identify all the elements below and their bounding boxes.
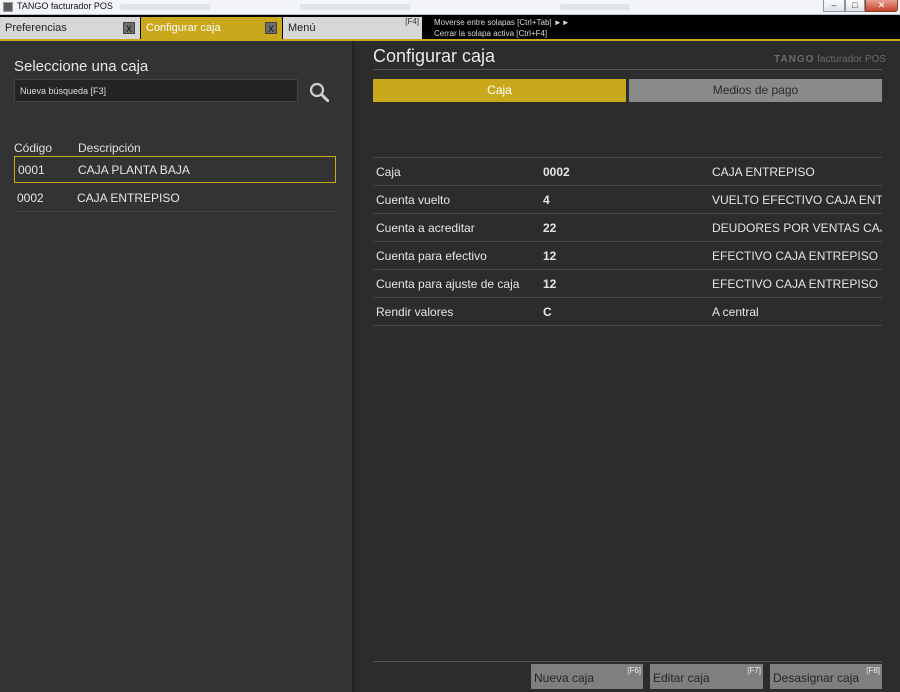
field-description: A central	[712, 305, 759, 319]
search-icon[interactable]	[309, 82, 329, 102]
search-input[interactable]	[14, 79, 298, 102]
page-title: Configurar caja	[373, 46, 496, 66]
caja-selector-panel: Seleccione una caja Código Descripción 0…	[0, 41, 354, 692]
brand-name: TANGO	[774, 54, 815, 65]
close-tab-button[interactable]: X	[265, 22, 277, 34]
field-row-cuenta-para-efectivo: Cuenta para efectivo 12 EFECTIVO CAJA EN…	[373, 241, 882, 269]
field-value: 4	[543, 193, 550, 207]
tab-menu[interactable]: Menú [F4]	[283, 17, 422, 39]
close-tab-button[interactable]: X	[123, 22, 135, 34]
list-item[interactable]: 0002 CAJA ENTREPISO	[14, 185, 336, 212]
button-label: Nueva caja	[534, 671, 595, 685]
field-label: Cuenta a acreditar	[376, 221, 475, 235]
field-value: 12	[543, 249, 557, 263]
column-header-description[interactable]: Descripción	[78, 141, 141, 155]
tab-configurar-caja[interactable]: Configurar caja X	[141, 17, 282, 39]
field-value: C	[543, 305, 552, 319]
shortcut-hint: [F6]	[627, 666, 641, 675]
window-title-bar: TANGO facturador POS – □ ✕	[0, 0, 900, 15]
field-label: Caja	[376, 165, 401, 179]
tab-label: Menú	[288, 22, 316, 34]
window-title: TANGO facturador POS	[17, 1, 113, 11]
brand-product: facturador POS	[817, 54, 887, 65]
editar-caja-button[interactable]: Editar caja [F7]	[650, 664, 763, 689]
field-row-caja: Caja 0002 CAJA ENTREPISO	[373, 157, 882, 185]
divider	[373, 69, 882, 70]
field-row-cuenta-vuelto: Cuenta vuelto 4 VUELTO EFECTIVO CAJA ENT…	[373, 185, 882, 213]
tab-bar: Preferencias X Configurar caja X Menú [F…	[0, 15, 900, 41]
field-value: 22	[543, 221, 557, 235]
field-description: DEUDORES POR VENTAS CAJA ENTREPISO	[712, 221, 882, 235]
panel-title: Seleccione una caja	[14, 58, 149, 75]
close-window-button[interactable]: ✕	[865, 0, 898, 12]
title-bar-decoration	[560, 4, 630, 10]
brand-logo: TANGO facturador POS	[774, 54, 886, 65]
tab-label: Configurar caja	[146, 22, 221, 34]
title-bar-decoration	[300, 4, 410, 10]
keyboard-hint: Moverse entre solapas [Ctrl+Tab] ►►	[434, 18, 570, 27]
field-row-cuenta-a-acreditar: Cuenta a acreditar 22 DEUDORES POR VENTA…	[373, 213, 882, 241]
app-icon	[3, 2, 13, 12]
field-label: Cuenta vuelto	[376, 193, 451, 207]
field-description: EFECTIVO CAJA ENTREPISO	[712, 277, 879, 291]
shortcut-hint: [F7]	[747, 666, 761, 675]
subtab-caja[interactable]: Caja	[373, 79, 626, 102]
field-value: 0002	[543, 165, 570, 179]
list-item[interactable]: 0001 CAJA PLANTA BAJA	[14, 156, 336, 183]
shortcut-hint: [F4]	[405, 17, 419, 26]
caja-description: CAJA PLANTA BAJA	[78, 163, 190, 177]
maximize-button[interactable]: □	[845, 0, 865, 12]
caja-code: 0001	[18, 163, 45, 177]
keyboard-hint: Cerrar la solapa activa [Ctrl+F4]	[434, 29, 548, 38]
caja-description: CAJA ENTREPISO	[77, 191, 180, 205]
subtab-medios-de-pago[interactable]: Medios de pago	[629, 79, 882, 102]
minimize-button[interactable]: –	[823, 0, 845, 12]
title-bar-decoration	[120, 4, 210, 10]
configurar-caja-panel: Configurar caja TANGO facturador POS Caj…	[356, 41, 900, 692]
button-label: Editar caja	[653, 671, 710, 685]
field-value: 12	[543, 277, 557, 291]
field-row-rendir-valores: Rendir valores C A central	[373, 297, 882, 326]
field-label: Cuenta para ajuste de caja	[376, 277, 520, 291]
tab-label: Preferencias	[5, 22, 67, 34]
field-row-cuenta-ajuste-de-caja: Cuenta para ajuste de caja 12 EFECTIVO C…	[373, 269, 882, 297]
tab-preferencias[interactable]: Preferencias X	[0, 17, 140, 39]
field-description: CAJA ENTREPISO	[712, 165, 815, 179]
field-description: VUELTO EFECTIVO CAJA ENTREPISO	[712, 193, 882, 207]
field-description: EFECTIVO CAJA ENTREPISO	[712, 249, 879, 263]
button-label: Desasignar caja	[773, 671, 860, 685]
field-label: Rendir valores	[376, 305, 454, 319]
shortcut-hint: [F8]	[866, 666, 880, 675]
column-header-code[interactable]: Código	[14, 141, 52, 155]
desasignar-caja-button[interactable]: Desasignar caja [F8]	[770, 664, 882, 689]
nueva-caja-button[interactable]: Nueva caja [F6]	[531, 664, 643, 689]
caja-code: 0002	[17, 191, 44, 205]
field-label: Cuenta para efectivo	[376, 249, 487, 263]
